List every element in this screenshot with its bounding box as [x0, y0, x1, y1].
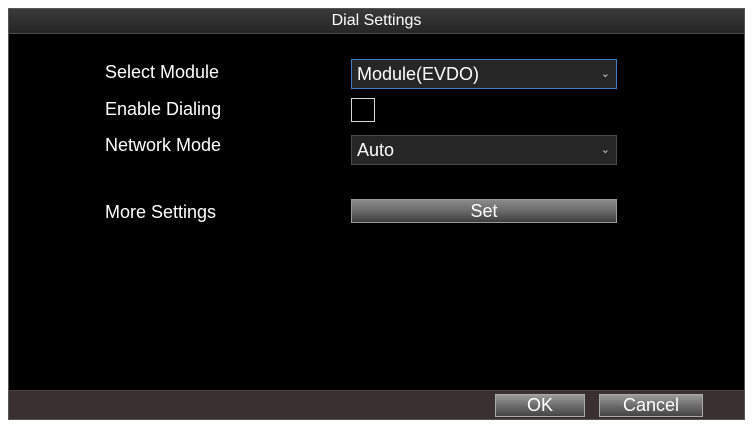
chevron-down-icon: ⌄ [600, 144, 610, 156]
network-mode-dropdown[interactable]: Auto ⌄ [351, 135, 617, 165]
select-module-value: Module(EVDO) [357, 64, 480, 84]
dialog-footer: OK Cancel [9, 390, 744, 419]
dial-settings-dialog: Dial Settings Select Module Module(EVDO)… [8, 8, 745, 420]
network-mode-label: Network Mode [105, 135, 222, 155]
chevron-down-icon: ⌄ [600, 68, 610, 80]
set-button[interactable]: Set [351, 199, 617, 223]
dialog-title: Dial Settings [9, 9, 744, 34]
network-mode-value: Auto [357, 140, 395, 160]
select-module-label: Select Module [105, 62, 220, 82]
ok-button[interactable]: OK [495, 394, 585, 417]
more-settings-label: More Settings [105, 202, 217, 222]
enable-dialing-checkbox[interactable] [351, 98, 375, 122]
enable-dialing-label: Enable Dialing [105, 99, 222, 119]
cancel-button[interactable]: Cancel [599, 394, 703, 417]
select-module-dropdown[interactable]: Module(EVDO) ⌄ [351, 59, 617, 89]
